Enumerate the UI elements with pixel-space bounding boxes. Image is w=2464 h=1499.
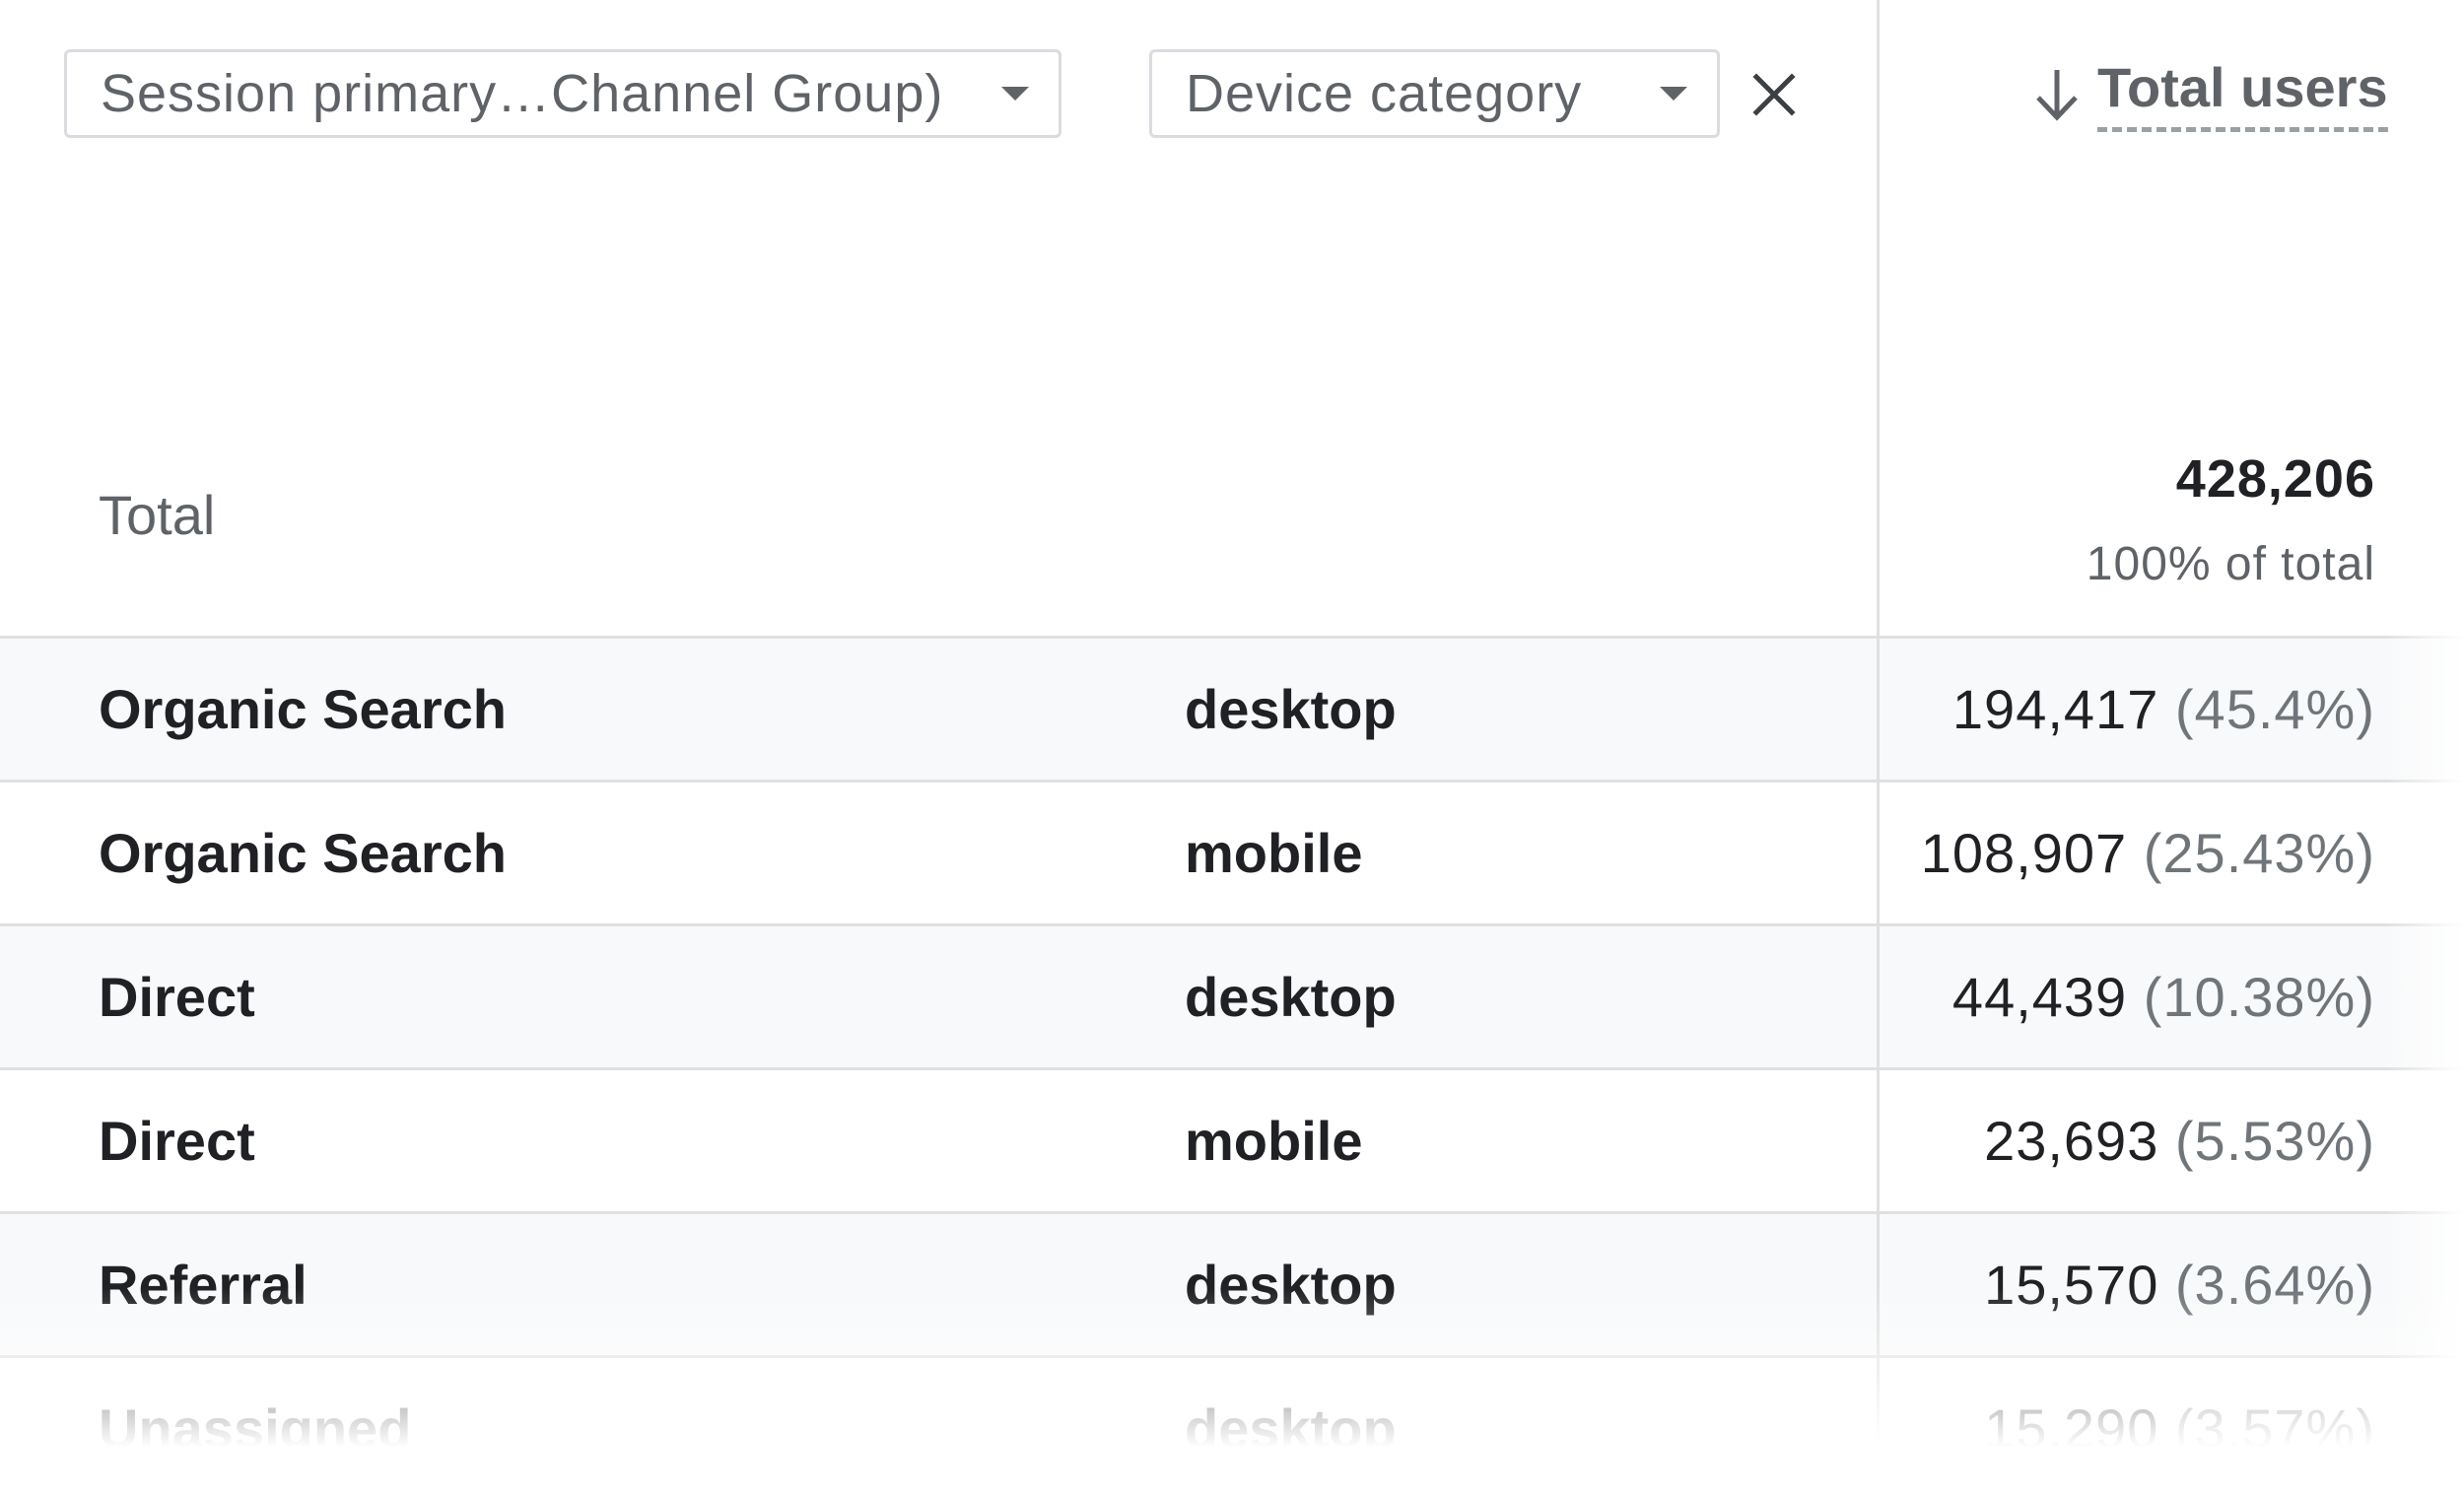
channel-cell: Direct xyxy=(99,966,255,1028)
users-cell: 15,290 (3.57%) xyxy=(1984,1358,2375,1499)
users-percent: (10.38%) xyxy=(2143,966,2375,1028)
table-row[interactable]: Unassigned desktop 15,290 (3.57%) xyxy=(0,1355,2464,1499)
device-cell: mobile xyxy=(1185,822,1363,884)
channel-cell: Organic Search xyxy=(99,678,507,740)
table-row[interactable]: Direct mobile 23,693 (5.53%) xyxy=(0,1067,2464,1211)
users-percent: (3.57%) xyxy=(2174,1397,2375,1460)
users-value: 15,570 xyxy=(1984,1254,2159,1316)
users-value: 44,439 xyxy=(1951,966,2128,1028)
table-row[interactable]: Organic Search mobile 108,907 (25.43%) xyxy=(0,780,2464,923)
total-percent-label: 100% of total xyxy=(2086,538,2375,590)
users-cell: 23,693 (5.53%) xyxy=(1984,1070,2375,1211)
table-row[interactable]: Organic Search desktop 194,417 (45.4%) xyxy=(0,636,2464,780)
total-users-label: Total users xyxy=(2097,55,2388,132)
total-users-column-header[interactable]: Total users xyxy=(2030,49,2388,138)
remove-secondary-dimension-button[interactable] xyxy=(1745,65,1804,124)
users-cell: 108,907 (25.43%) xyxy=(1921,783,2375,923)
device-cell: mobile xyxy=(1185,1110,1363,1172)
dropdown-arrow-icon xyxy=(1660,87,1687,101)
device-cell: desktop xyxy=(1185,1397,1397,1460)
close-icon xyxy=(1752,73,1796,116)
device-cell: desktop xyxy=(1185,966,1397,1028)
secondary-dimension-label: Device category xyxy=(1186,64,1583,123)
channel-cell: Referral xyxy=(99,1254,308,1316)
total-row-label: Total xyxy=(99,484,216,546)
channel-cell: Unassigned xyxy=(99,1397,412,1460)
users-cell: 194,417 (45.4%) xyxy=(1952,639,2375,780)
users-value: 108,907 xyxy=(1920,822,2128,884)
primary-dimension-label: Session primary…Channel Group) xyxy=(101,64,944,123)
device-cell: desktop xyxy=(1185,678,1397,740)
column-divider xyxy=(1877,0,1880,1475)
table-row[interactable]: Direct desktop 44,439 (10.38%) xyxy=(0,923,2464,1067)
device-cell: desktop xyxy=(1185,1254,1397,1316)
table-row[interactable]: Referral desktop 15,570 (3.64%) xyxy=(0,1211,2464,1355)
users-percent: (45.4%) xyxy=(2174,678,2375,740)
users-cell: 44,439 (10.38%) xyxy=(1952,926,2375,1067)
users-percent: (5.53%) xyxy=(2174,1110,2375,1172)
arrow-downward-icon xyxy=(2036,70,2078,121)
users-value: 15,290 xyxy=(1984,1397,2159,1460)
primary-dimension-select[interactable]: Session primary…Channel Group) xyxy=(64,49,1061,138)
users-percent: (25.43%) xyxy=(2143,822,2375,884)
channel-cell: Direct xyxy=(99,1110,255,1172)
channel-cell: Organic Search xyxy=(99,822,507,884)
dropdown-arrow-icon xyxy=(1001,87,1029,101)
users-value: 23,693 xyxy=(1984,1110,2159,1172)
users-percent: (3.64%) xyxy=(2174,1254,2375,1316)
secondary-dimension-select[interactable]: Device category xyxy=(1149,49,1720,138)
users-cell: 15,570 (3.64%) xyxy=(1984,1214,2375,1355)
users-value: 194,417 xyxy=(1951,678,2159,740)
total-users-value: 428,206 xyxy=(2175,449,2375,509)
